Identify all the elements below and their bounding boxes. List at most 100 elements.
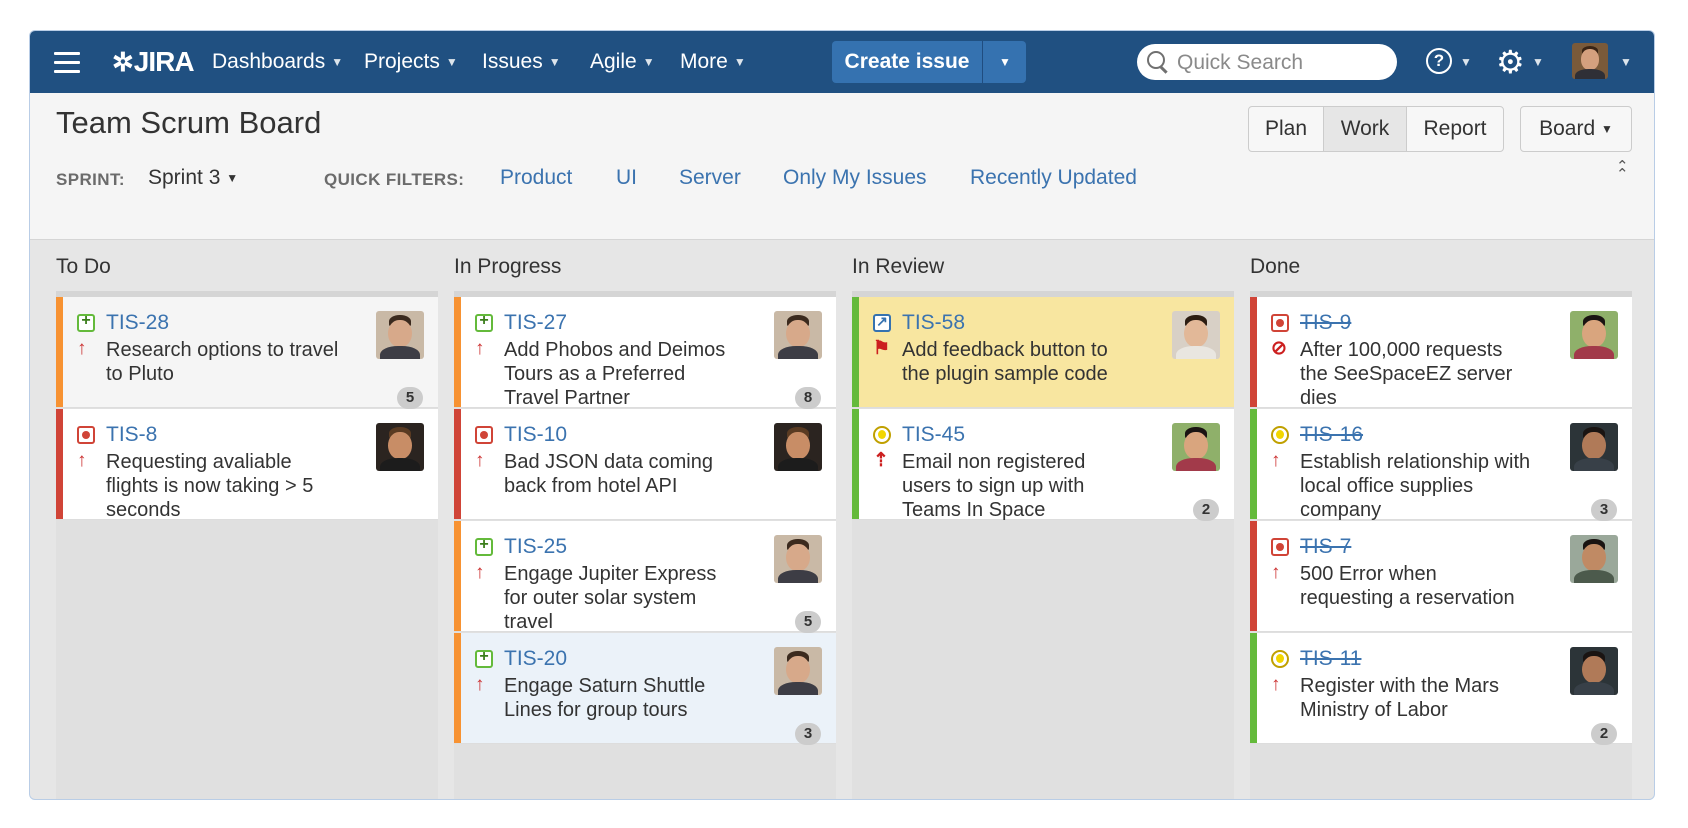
nav-projects[interactable]: Projects ▼ [364,31,458,93]
chevron-down-icon: ▼ [1601,122,1613,136]
quick-search-input[interactable] [1175,44,1394,82]
nav-issues[interactable]: Issues ▼ [482,31,561,93]
story-points-badge: 2 [1591,723,1617,745]
quick-filter-only-my-issues[interactable]: Only My Issues [783,166,927,190]
assignee-avatar[interactable] [774,647,822,695]
issue-card[interactable]: TIS-20 ↑ Engage Saturn ShuttleLines for gr… [454,633,836,745]
user-menu-chevron-icon[interactable]: ▼ [1620,31,1632,93]
issue-card[interactable]: TIS-28 ↑ Research options to travelto Plut… [56,297,438,409]
assignee-avatar[interactable] [1172,311,1220,359]
assignee-avatar[interactable] [376,311,424,359]
issue-summary-line: seconds [106,499,181,521]
create-issue-dropdown-button[interactable]: ▼ [982,41,1027,83]
app-name: JIRA [133,46,195,77]
arrow-up-icon: ↑ [1271,674,1281,695]
jira-logo[interactable]: ✲JIRA [112,31,195,93]
mode-work-button[interactable]: Work [1324,107,1407,151]
priority-stripe [56,409,63,519]
board-header: Team Scrum Board Plan Work Report Board … [30,93,1654,240]
jira-logo-icon: ✲ [112,47,134,77]
story-icon [475,536,493,556]
chevron-down-icon: ▼ [226,171,239,185]
sprint-label: SPRINT: [56,170,125,189]
user-avatar[interactable] [1572,43,1608,79]
assignee-avatar[interactable] [1570,647,1618,695]
issue-key[interactable]: TIS-11 [1300,647,1361,671]
issue-summary-line: Engage Jupiter Express [504,563,717,585]
quick-search[interactable] [1137,44,1397,82]
story-points-badge: 3 [795,723,821,745]
sprint-selector[interactable]: Sprint 3 ▼ [148,166,238,190]
issue-key[interactable]: TIS-20 [504,647,567,671]
priority-stripe [1250,409,1257,519]
quick-filter-ui[interactable]: UI [616,166,637,190]
issue-key[interactable]: TIS-58 [902,311,965,335]
assignee-avatar[interactable] [1172,423,1220,471]
issue-summary-line: requesting a reservation [1300,587,1515,609]
issue-summary: Engage Jupiter Express for outer solar sy… [504,562,762,634]
nav-agile[interactable]: Agile ▼ [590,31,655,93]
issue-key[interactable]: TIS-27 [504,311,567,335]
quick-filter-recently-updated[interactable]: Recently Updated [970,166,1137,190]
quick-filter-server[interactable]: Server [679,166,741,190]
issue-key[interactable]: TIS-8 [106,423,157,447]
quick-filter-product[interactable]: Product [500,166,572,190]
board-menu-label: Board [1539,117,1596,140]
issue-key[interactable]: TIS-28 [106,311,169,335]
issue-card[interactable]: TIS-9 ⊘ After 100,000 requests the SeeSpace… [1250,297,1632,409]
issue-summary-line: travel [504,611,553,633]
nav-more[interactable]: More ▼ [680,31,746,93]
assignee-avatar[interactable] [376,423,424,471]
issue-card[interactable]: TIS-16 ↑ Establish relationship with local … [1250,409,1632,521]
gear-icon[interactable]: ⚙ [1496,39,1525,85]
priority-stripe [56,297,63,407]
issue-card[interactable]: TIS-10 ↑ Bad JSON data coming back from hot… [454,409,836,520]
help-icon[interactable]: ? [1426,48,1452,74]
app-switcher-icon[interactable] [54,52,80,73]
issue-card[interactable]: TIS-45 ⇡ Email non registered users to sign… [852,409,1234,521]
nav-dashboards[interactable]: Dashboards ▼ [212,31,343,93]
assignee-avatar[interactable] [1570,423,1618,471]
issue-summary-line: Add Phobos and Deimos [504,339,726,361]
issue-summary-line: flights is now taking > 5 [106,475,314,497]
arrow-up-icon: ↑ [77,450,87,471]
lightbulb-icon [1271,650,1289,668]
assignee-avatar[interactable] [774,535,822,583]
assignee-avatar[interactable] [1570,535,1618,583]
issue-card[interactable]: TIS-58 ⚑ Add feedback button tothe plugin … [852,297,1234,408]
blocker-flag-icon: ⚑ [873,338,891,359]
issue-summary: Engage Saturn Shuttle Lines for group tou… [504,674,762,722]
priority-stripe [1250,633,1257,743]
issue-summary-line: Establish relationship with [1300,451,1531,473]
help-menu-chevron-icon[interactable]: ▼ [1460,31,1472,93]
issue-key[interactable]: TIS-10 [504,423,567,447]
board-menu-button[interactable]: Board ▼ [1520,106,1632,152]
issue-key[interactable]: TIS-9 [1300,311,1351,335]
issue-card[interactable]: TIS-27 ↑ Add Phobos and DeimosTours as a P… [454,297,836,409]
arrow-up-icon: ↑ [77,338,87,359]
issue-card[interactable]: TIS-25 ↑ Engage Jupiter Expressfor outer s… [454,521,836,634]
story-icon [475,312,493,332]
issue-summary-line: for outer solar system [504,587,697,609]
assignee-avatar[interactable] [774,423,822,471]
settings-menu-chevron-icon[interactable]: ▼ [1532,31,1544,93]
issue-key[interactable]: TIS-45 [902,423,965,447]
issue-key[interactable]: TIS-16 [1300,423,1363,447]
mode-report-button[interactable]: Report [1407,107,1503,151]
issue-summary: Register with the Mars Ministry of Labor [1300,674,1558,722]
bug-icon [1271,314,1289,332]
assignee-avatar[interactable] [1570,311,1618,359]
assignee-avatar[interactable] [774,311,822,359]
mode-plan-button[interactable]: Plan [1249,107,1324,151]
collapse-header-icon[interactable]: ⌃ ⌃ [1616,159,1629,182]
issue-card[interactable]: TIS-7 ↑ 500 Error when requesting a reserva… [1250,521,1632,632]
issue-summary: Research options to travel to Pluto [106,338,364,386]
issue-card[interactable]: TIS-11 ↑ Register with the Mars Ministry of… [1250,633,1632,745]
issue-summary-line: Research options to travel [106,339,339,361]
issue-key[interactable]: TIS-25 [504,535,567,559]
issue-card[interactable]: TIS-8 ↑ Requesting avaliable flights is now… [56,409,438,521]
issue-key[interactable]: TIS-7 [1300,535,1351,559]
issue-summary-line: Ministry of Labor [1300,699,1448,721]
issue-summary: Bad JSON data coming back from hotel API [504,450,762,498]
create-issue-button[interactable]: Create issue [832,41,982,83]
